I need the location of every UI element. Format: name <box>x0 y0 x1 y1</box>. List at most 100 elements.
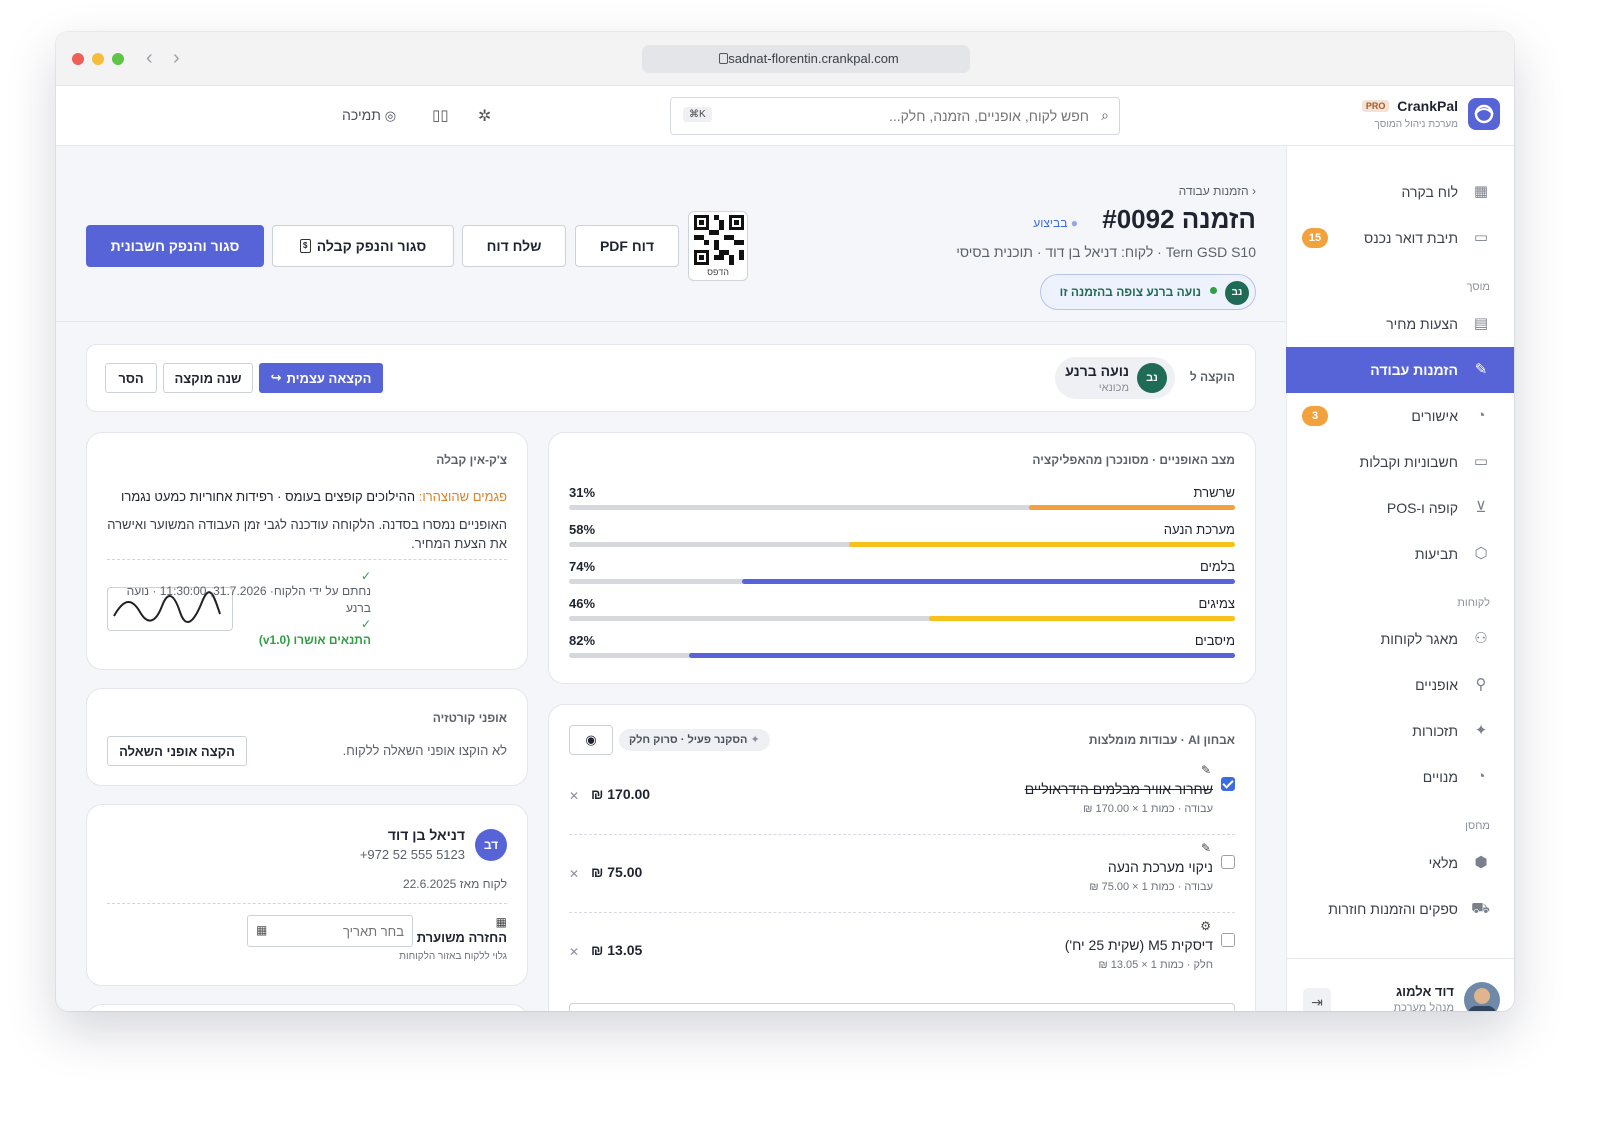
avatar-face <box>1474 988 1490 1004</box>
self-assign-button[interactable]: הקצאה עצמית ↪ <box>259 363 383 393</box>
assignee-avatar: נב <box>1137 363 1167 393</box>
user-avatar[interactable] <box>1464 982 1500 1011</box>
status-percent: 46% <box>569 596 596 611</box>
check-circle-icon: ◔ <box>1476 407 1486 424</box>
assignee-name: נועה ברנע <box>1065 363 1129 379</box>
back-arrow-icon[interactable]: ‹ <box>146 47 153 70</box>
status-fill <box>742 579 1235 584</box>
forward-arrow-icon[interactable]: › <box>173 47 180 70</box>
return-date-picker[interactable]: ▦ <box>247 915 413 947</box>
money-icon: ▭ <box>1473 453 1489 470</box>
brand-subtitle: מערכת ניהול המוסך <box>1374 119 1458 130</box>
sidebar-item-approvals[interactable]: ◔ אישורים 3 <box>1286 393 1514 439</box>
search-input[interactable] <box>809 104 1089 128</box>
assignment-card: הוקצה ל נב נועה ברנע מכונאי הקצאה עצמית ↪… <box>86 344 1256 412</box>
status-dot-icon: ● <box>1070 216 1078 230</box>
global-search-box[interactable]: ⌕ ⌘K <box>670 97 1120 135</box>
status-track <box>569 505 1235 510</box>
job-checkbox[interactable] <box>1221 933 1235 947</box>
sidebar-item-inventory[interactable]: ⬢ מלאי <box>1286 840 1514 886</box>
checkin-notes: האופניים נמסרו בסדנה. הלקוחה עודכנה לגבי… <box>107 517 507 551</box>
courtesy-bike-card: אופני קורטזיה לא הוקצו אופני השאלה ללקוח… <box>86 688 528 786</box>
status-badge: ● בביצוע <box>1033 216 1078 230</box>
status-fill <box>848 542 1235 547</box>
terms-approved: התנאים אושרו (v1.0) <box>258 633 371 647</box>
receipt-icon: $ <box>299 239 311 253</box>
support-link[interactable]: ◎ תמיכה <box>342 107 396 124</box>
send-report-button[interactable]: שלח דוח <box>462 225 566 267</box>
job-checkbox[interactable] <box>1221 855 1235 869</box>
eye-icon[interactable]: ◉ <box>569 725 613 755</box>
inbox-count-badge: 15 <box>1302 228 1328 248</box>
sidebar-item-work-orders[interactable]: ✎ הזמנות עבודה <box>1286 347 1514 393</box>
date-calendar-icon: ▦ <box>256 923 268 937</box>
change-assignee-button[interactable]: שנה מוקצה <box>163 363 253 393</box>
return-label: החזרה משוערת <box>416 930 507 945</box>
box-icon: ⬢ <box>1474 854 1488 871</box>
bug-icon[interactable]: ✲ <box>478 106 491 126</box>
remove-job-icon[interactable]: ✕ <box>569 789 579 803</box>
print-qr-button[interactable]: הדפס <box>688 211 748 281</box>
return-date-input[interactable] <box>284 921 404 941</box>
sidebar-item-quotes[interactable]: ▤ הצעות מחיר <box>1286 301 1514 347</box>
job-title: דיסקית M5 (שקית 25 יח') <box>1064 937 1213 953</box>
app-topbar: CrankPal PRO מערכת ניהול המוסך ⌕ ⌘K ✲ ▯▯… <box>56 86 1514 146</box>
status-percent: 58% <box>569 522 596 537</box>
pdf-report-button[interactable]: דוח PDF <box>575 225 679 267</box>
presence-pill: נב נועה ברנע צופה בהזמנה זו <box>1040 274 1256 310</box>
job-checkbox[interactable] <box>1221 777 1235 791</box>
status-track <box>569 653 1235 658</box>
job-price: 75.00 ₪ <box>591 864 643 880</box>
maximize-window-button[interactable] <box>112 53 124 65</box>
remove-job-icon[interactable]: ✕ <box>569 945 579 959</box>
status-label: בלמים <box>1199 559 1235 574</box>
sidebar-item-subscriptions[interactable]: ◔ מנויים <box>1286 754 1514 800</box>
add-item-field[interactable] <box>569 1003 1235 1011</box>
breadcrumb[interactable]: ‹ הזמנות עבודה <box>1179 184 1256 198</box>
scanner-chip[interactable]: ✦ הסקנר פעיל · סרוק חלק <box>619 729 770 751</box>
assign-courtesy-button[interactable]: הקצה אופני השאלה <box>107 736 247 766</box>
sidebar-item-reminders[interactable]: ✦ תזכורות <box>1286 708 1514 754</box>
approvals-count-badge: 3 <box>1302 406 1328 426</box>
logout-icon[interactable]: ⇥ <box>1303 988 1331 1011</box>
address-bar[interactable]: sadnat-florentin.crankpal.com <box>642 45 970 73</box>
customer-card: דב דניאל בן דוד +972 52 555 5123 לקוח מא… <box>86 804 528 986</box>
document-icon: ▤ <box>1473 315 1489 332</box>
job-subtitle: עבודה · כמות 1 × 170.00 ₪ <box>1083 803 1213 815</box>
customer-name[interactable]: דניאל בן דוד <box>388 827 465 843</box>
status-row: בלמים 74% <box>569 559 1235 589</box>
users-icon: ⚇ <box>1474 630 1488 647</box>
sidebar-item-dashboard[interactable]: ▦ לוח בקרה <box>1286 169 1514 215</box>
close-window-button[interactable] <box>72 53 84 65</box>
remove-assignee-button[interactable]: הסר <box>105 363 157 393</box>
courtesy-title: אופני קורטזיה <box>432 711 507 725</box>
sidebar-item-pos[interactable]: ⊻ קופה ו-POS <box>1286 485 1514 531</box>
sidebar-divider <box>1287 958 1514 959</box>
status-label: צמיגים <box>1198 596 1235 611</box>
status-percent: 74% <box>569 559 596 574</box>
sidebar-item-bikes[interactable]: ⚲ אופניים <box>1286 662 1514 708</box>
sidebar-item-claims[interactable]: ⬡ תביעות <box>1286 531 1514 577</box>
minimize-window-button[interactable] <box>92 53 104 65</box>
order-subtitle: Tern GSD S10 · לקוח: דניאל בן דוד · תוכנ… <box>956 244 1256 260</box>
book-icon[interactable]: ▯▯ <box>432 106 449 124</box>
main-content: ‹ הזמנות עבודה הזמנה #0092 ● בביצוע Tern… <box>56 146 1286 1011</box>
status-row: מערכת הנעה 58% <box>569 522 1235 552</box>
declared-defects: פגמים שהוצהרו: ההילוכים קופצים בעומס · ר… <box>121 489 507 504</box>
sidebar-item-customer-db[interactable]: ⚇ מאגר לקוחות <box>1286 616 1514 662</box>
close-receipt-button[interactable]: סגור והנפק קבלה $ <box>272 225 454 267</box>
sparkle-icon: ✦ <box>1474 722 1488 739</box>
presence-avatar: נב <box>1225 281 1249 305</box>
calendar-icon: ▦ <box>495 915 507 929</box>
status-label: מיסבים <box>1194 633 1235 648</box>
sidebar-item-invoices[interactable]: ▭ חשבוניות וקבלות <box>1286 439 1514 485</box>
customer-phone[interactable]: +972 52 555 5123 <box>360 847 465 862</box>
sidebar-item-suppliers[interactable]: ⛟ ספקים והזמנות חוזרות <box>1286 886 1514 932</box>
remove-job-icon[interactable]: ✕ <box>569 867 579 881</box>
assign-arrow-icon: ↪ <box>270 370 282 385</box>
sidebar-item-inbox[interactable]: ▭ תיבת דואר נכנס 15 <box>1286 215 1514 261</box>
close-invoice-button[interactable]: סגור והנפק חשבונית <box>86 225 264 267</box>
order-header: ‹ הזמנות עבודה הזמנה #0092 ● בביצוע Tern… <box>56 146 1286 322</box>
assignee-chip: נב נועה ברנע מכונאי <box>1055 357 1175 399</box>
ai-jobs-card: אבחון AI · עבודות מומלצות ✦ הסקנר פעיל ·… <box>548 704 1256 1011</box>
